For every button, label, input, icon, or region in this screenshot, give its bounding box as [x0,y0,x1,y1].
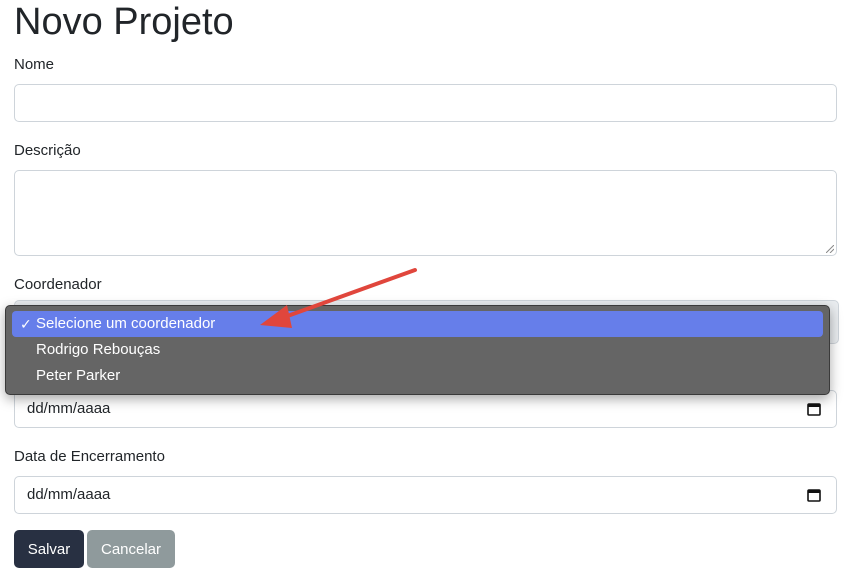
calendar-icon[interactable] [807,488,821,502]
end-date-input[interactable]: dd/mm/aaaa [14,476,837,514]
coordinator-dropdown-menu: ✓ Selecione um coordenador Rodrigo Rebou… [5,305,830,395]
option-label: Rodrigo Rebouças [36,341,161,358]
resize-handle-icon[interactable] [826,245,834,253]
new-project-page: Novo Projeto Nome Descrição Coordenador … [0,0,852,582]
description-label: Descrição [14,142,81,159]
description-textarea[interactable] [14,170,837,256]
coordinator-option-peter[interactable]: Peter Parker [12,363,823,389]
option-label: Selecione um coordenador [36,315,216,332]
option-label: Peter Parker [36,367,121,384]
checkmark-icon: ✓ [20,316,32,332]
coordinator-label: Coordenador [14,276,102,293]
start-date-placeholder: dd/mm/aaaa [27,400,111,417]
coordinator-option-rodrigo[interactable]: Rodrigo Rebouças [12,337,823,363]
end-date-label: Data de Encerramento [14,448,165,465]
name-label: Nome [14,56,55,73]
start-date-input[interactable]: dd/mm/aaaa [14,390,837,428]
cancel-button[interactable]: Cancelar [87,530,175,568]
end-date-placeholder: dd/mm/aaaa [27,486,111,503]
save-button[interactable]: Salvar [14,530,84,568]
coordinator-option-placeholder[interactable]: ✓ Selecione um coordenador [12,311,823,337]
calendar-icon[interactable] [807,402,821,416]
page-title: Novo Projeto [14,1,234,43]
name-input[interactable] [14,84,837,122]
